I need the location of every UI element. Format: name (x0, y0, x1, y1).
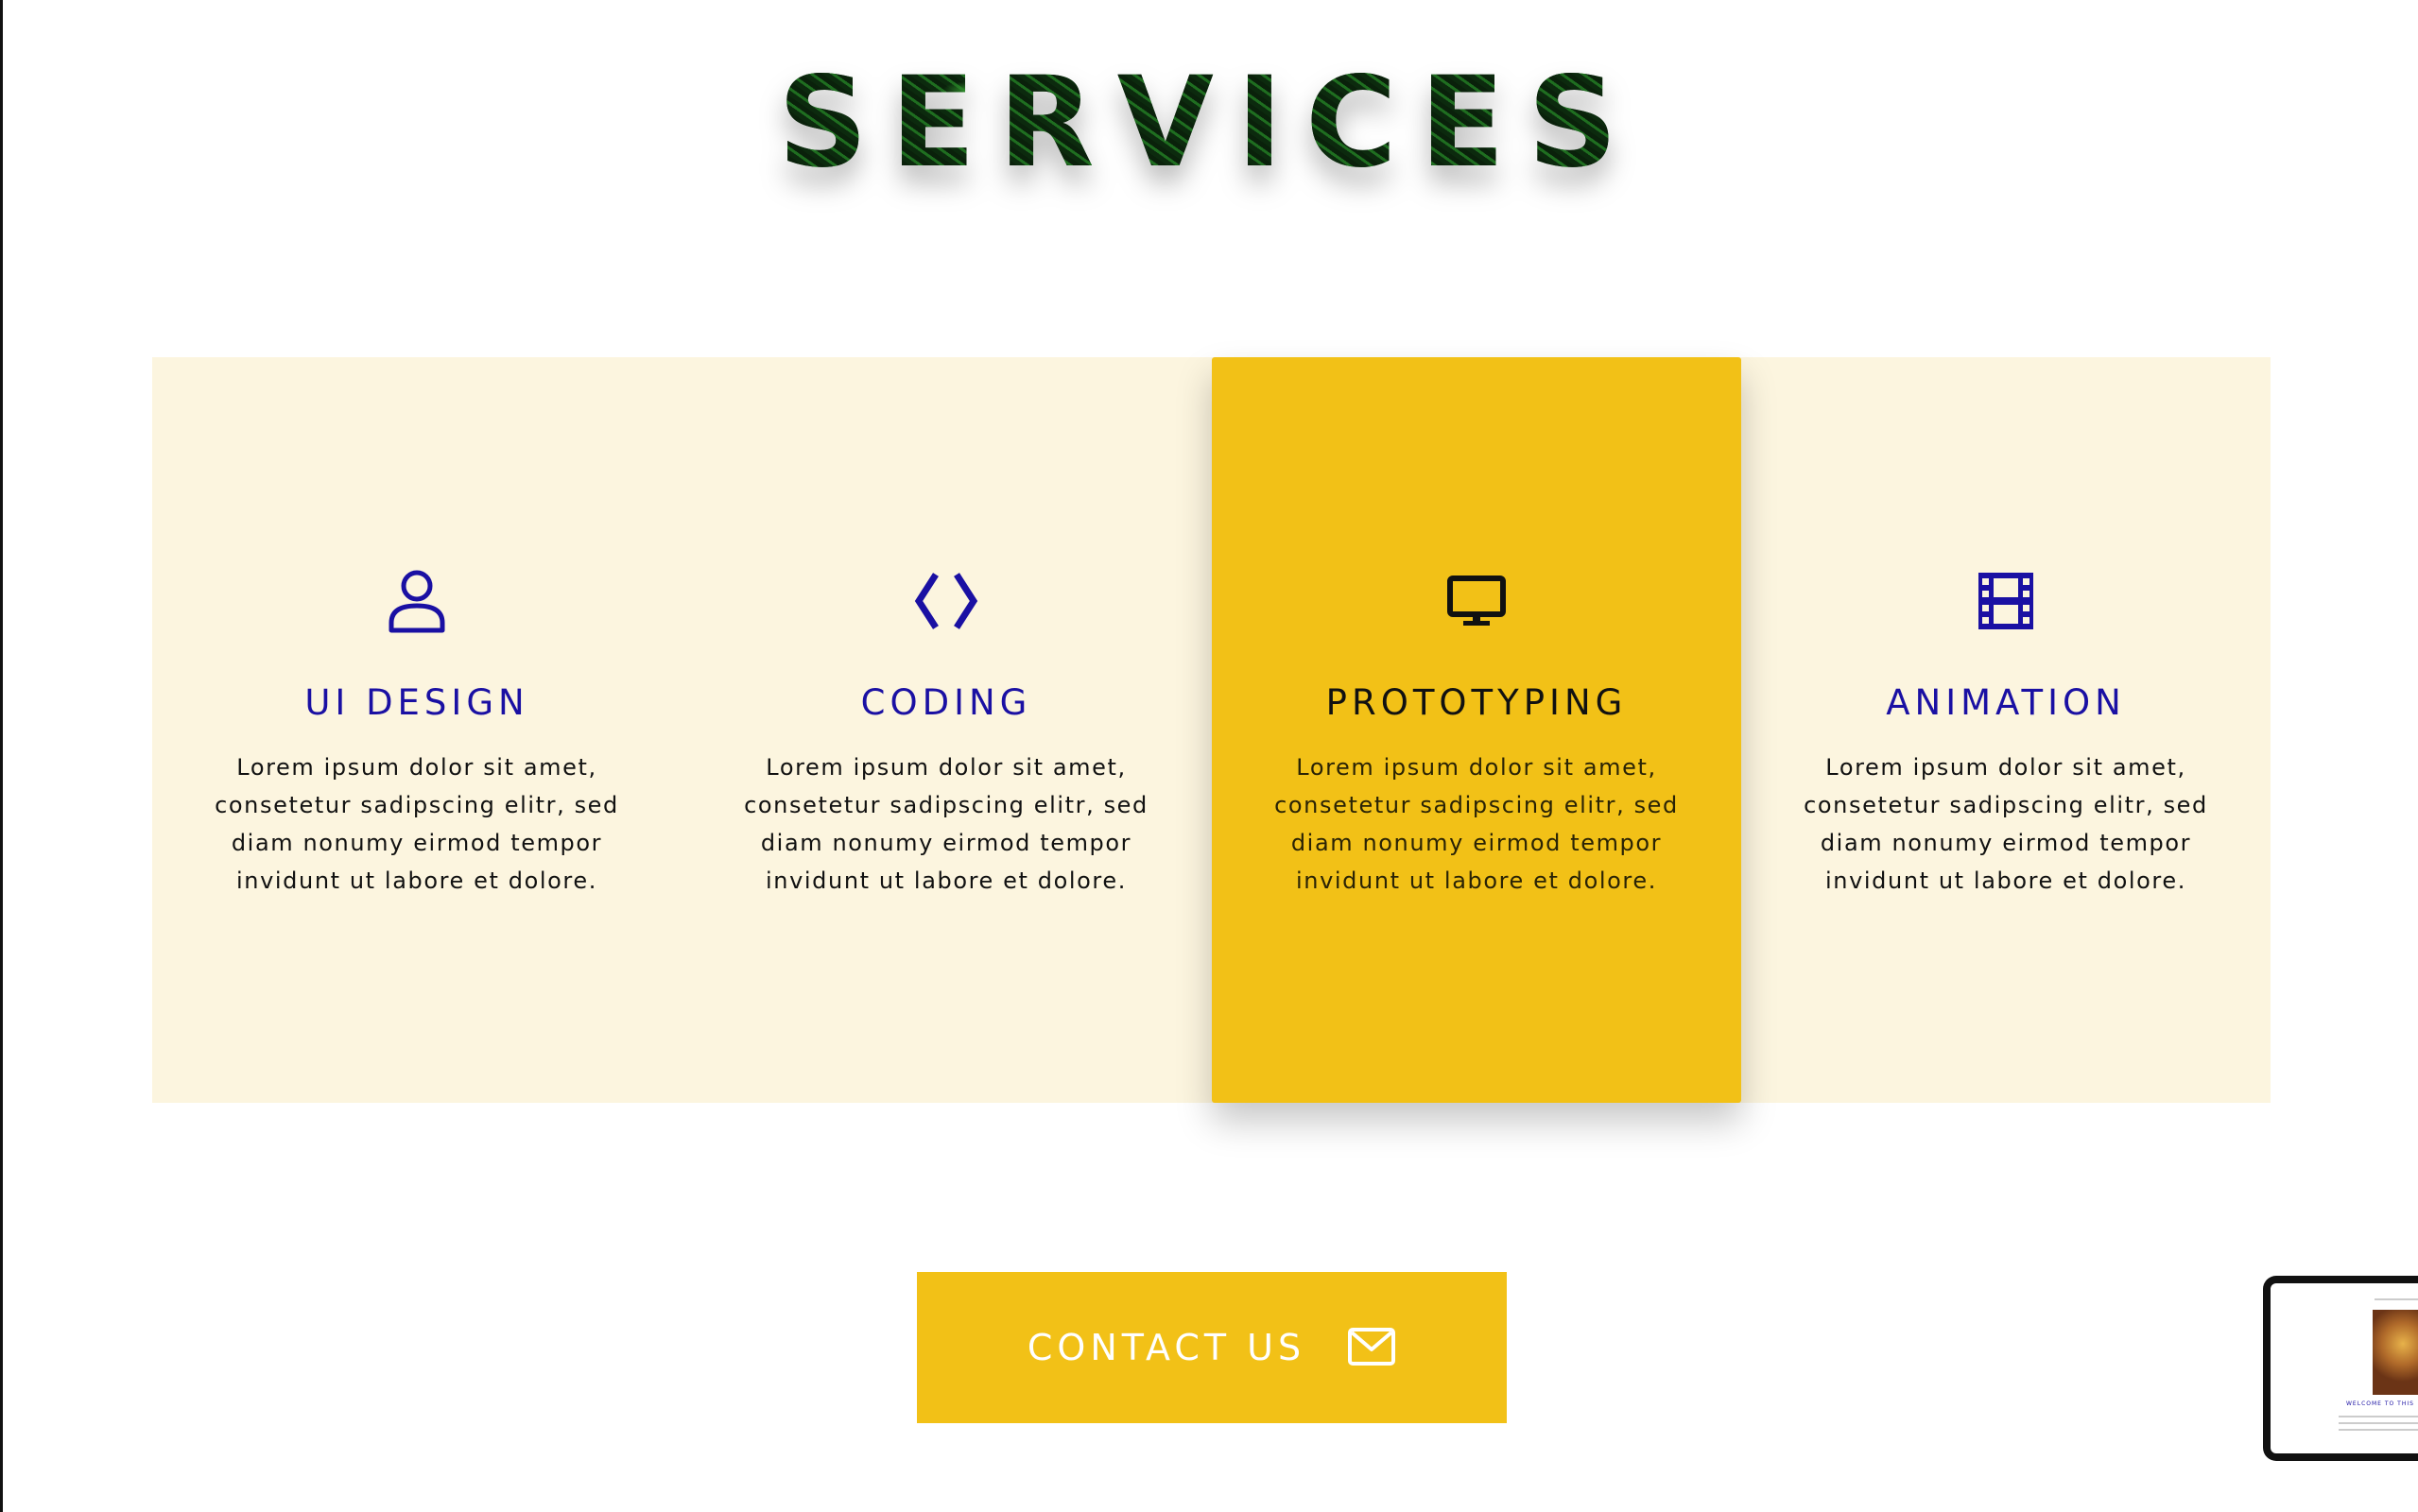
service-description: Lorem ipsum dolor sit amet, consetetur s… (744, 754, 1149, 894)
preview-heading: WELCOME TO THIS (2346, 1400, 2414, 1407)
envelope-icon (1347, 1327, 1396, 1369)
service-card-animation[interactable]: ANIMATION Lorem ipsum dolor sit amet, co… (1741, 357, 2271, 1103)
user-icon (152, 568, 682, 634)
service-card-prototyping[interactable]: PROTOTYPING Lorem ipsum dolor sit amet, … (1212, 357, 1741, 1103)
service-title: CODING (860, 682, 1032, 723)
preview-text-line (2339, 1416, 2418, 1418)
service-title: PROTOTYPING (1325, 682, 1628, 723)
service-description: Lorem ipsum dolor sit amet, consetetur s… (1274, 754, 1679, 894)
services-page: SERVICES UI DESIGN Lorem ipsum dolor sit… (0, 0, 2418, 1512)
preview-nav-line (2375, 1298, 2418, 1300)
service-title: ANIMATION (1886, 682, 2126, 723)
monitor-icon (1212, 568, 1741, 634)
section-title: SERVICES (0, 43, 2418, 203)
left-edge-rule (0, 0, 3, 1512)
preview-text-line (2339, 1429, 2418, 1431)
page-preview-thumbnail[interactable]: WELCOME TO THIS (2263, 1276, 2418, 1461)
service-card-coding[interactable]: CODING Lorem ipsum dolor sit amet, conse… (682, 357, 1211, 1103)
preview-hero-image (2373, 1310, 2418, 1395)
film-icon (1741, 568, 2271, 634)
code-brackets-icon (682, 568, 1211, 634)
preview-text-line (2339, 1422, 2418, 1424)
service-description: Lorem ipsum dolor sit amet, consetetur s… (215, 754, 619, 894)
contact-us-button[interactable]: CONTACT US (917, 1272, 1507, 1423)
preview-screen: WELCOME TO THIS (2271, 1283, 2418, 1453)
contact-us-label: CONTACT US (1027, 1327, 1306, 1368)
service-card-ui-design[interactable]: UI DESIGN Lorem ipsum dolor sit amet, co… (152, 357, 682, 1103)
service-description: Lorem ipsum dolor sit amet, consetetur s… (1804, 754, 2208, 894)
service-title: UI DESIGN (304, 682, 529, 723)
